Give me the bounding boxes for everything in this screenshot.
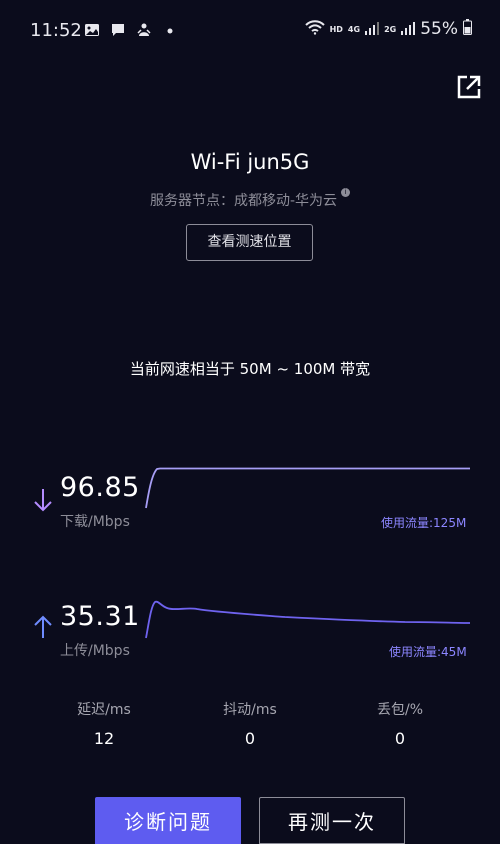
latency-label: 延迟/ms: [77, 702, 131, 718]
share-icon[interactable]: [455, 73, 483, 101]
download-graph: [145, 467, 470, 509]
app-notification-icon: [136, 22, 152, 38]
packet-loss-label: 丢包/%: [376, 702, 424, 718]
status-time: 11:52: [30, 20, 82, 41]
bandwidth-equivalent: 当前网速相当于 50M ~ 100M 带宽: [129, 360, 371, 378]
wifi-icon: [304, 19, 325, 39]
hd-label: HD: [329, 24, 343, 34]
diagnose-button[interactable]: 诊断问题: [95, 797, 241, 844]
server-node: 服务器节点：成都移动-华为云i: [0, 188, 500, 210]
upload-usage: 使用流量:45M: [389, 645, 467, 659]
signal-icon-1: [365, 20, 380, 39]
packet-loss-value: 0: [394, 729, 406, 748]
download-speed: 96.85: [60, 472, 140, 503]
gallery-icon: [84, 22, 100, 38]
latency-value: 12: [93, 729, 115, 748]
server-node-text: 服务器节点：成都移动-华为云: [149, 193, 338, 209]
download-unit: 下载/Mbps: [60, 514, 130, 530]
download-arrow-icon: [33, 487, 53, 513]
notification-icons: [84, 22, 178, 38]
upload-arrow-icon: [33, 614, 53, 640]
battery-percent: 55%: [420, 19, 458, 39]
upload-unit: 上传/Mbps: [60, 643, 130, 659]
dot-icon: [162, 22, 178, 38]
message-icon: [110, 22, 126, 38]
download-usage: 使用流量:125M: [381, 516, 467, 530]
upload-graph: [145, 600, 470, 639]
info-icon[interactable]: i: [341, 188, 351, 197]
upload-speed: 35.31: [60, 601, 140, 632]
network-name: Wi-Fi jun5G: [190, 150, 310, 174]
view-location-button[interactable]: 查看测速位置: [186, 224, 313, 261]
signal-icon-2: [401, 20, 416, 39]
jitter-value: 0: [244, 729, 256, 748]
retest-button[interactable]: 再测一次: [259, 797, 405, 844]
status-bar: 11:52 HD 4G 2G 55%: [0, 0, 500, 64]
2g-label: 2G: [384, 24, 397, 34]
jitter-label: 抖动/ms: [223, 702, 277, 718]
system-indicators: HD 4G 2G 55%: [304, 19, 472, 39]
battery-icon: [463, 19, 472, 39]
4g-label: 4G: [347, 24, 361, 34]
